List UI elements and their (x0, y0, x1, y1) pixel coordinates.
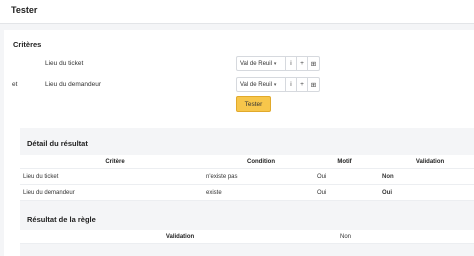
chevron-down-icon: ▾ (273, 81, 277, 88)
criteria-title: Critères (13, 40, 42, 49)
column-header-condition: Condition (247, 158, 275, 165)
cell-pattern: Oui (317, 173, 327, 180)
rule-result-label: Validation (165, 233, 195, 240)
cell-criterion: Lieu du ticket (23, 173, 59, 180)
location-select[interactable]: Val de Reuil ▾ (237, 78, 286, 91)
cell-condition: n'existe pas (206, 173, 238, 180)
criteria-label: Lieu du demandeur (45, 81, 102, 88)
rule-result-row: Validation Non (20, 230, 474, 244)
cell-condition: existe (206, 189, 222, 196)
window-title: Tester (11, 5, 38, 15)
criteria-input-group: Val de Reuil ▾ i + ⊞ (236, 56, 320, 71)
info-icon[interactable]: i (286, 78, 297, 91)
table-header-row: Critère Condition Motif Validation (20, 155, 474, 169)
dropdown-icon[interactable]: ⊞ (308, 78, 319, 91)
detail-title: Détail du résultat (27, 139, 88, 148)
location-select[interactable]: Val de Reuil ▾ (237, 57, 286, 70)
chevron-down-icon: ▾ (273, 60, 277, 67)
title-bar: Tester (0, 0, 474, 24)
rule-tester-window: Tester Critères Lieu du ticket Val de Re… (0, 0, 474, 256)
plus-icon[interactable]: + (297, 57, 308, 70)
info-icon[interactable]: i (286, 57, 297, 70)
cell-validation: Non (382, 173, 394, 180)
test-button[interactable]: Tester (236, 96, 271, 112)
rule-result-table: Validation Non (20, 230, 474, 244)
table-row: Lieu du ticket n'existe pas Oui Non (20, 169, 474, 185)
plus-icon[interactable]: + (297, 78, 308, 91)
results-section: Détail du résultat Critère Condition Mot… (20, 128, 474, 256)
dropdown-icon[interactable]: ⊞ (308, 57, 319, 70)
criteria-input-group: Val de Reuil ▾ i + ⊞ (236, 77, 320, 92)
column-header-criterion: Critère (105, 158, 125, 165)
criteria-label: Lieu du ticket (45, 60, 84, 67)
cell-pattern: Oui (317, 189, 327, 196)
select-value: Val de Reuil (240, 81, 272, 88)
table-row: Lieu du demandeur existe Oui Oui (20, 185, 474, 201)
column-header-validation: Validation (415, 158, 445, 165)
column-header-pattern: Motif (337, 158, 352, 165)
detail-table: Critère Condition Motif Validation Lieu … (20, 155, 474, 201)
cell-criterion: Lieu du demandeur (23, 189, 75, 196)
select-value: Val de Reuil (240, 60, 272, 67)
tester-panel: Critères Lieu du ticket Val de Reuil ▾ i… (4, 30, 474, 256)
rule-result-title: Résultat de la règle (27, 215, 96, 224)
cell-validation: Oui (382, 189, 392, 196)
criteria-logic-prefix: et (12, 81, 18, 88)
rule-result-value: Non (340, 233, 352, 240)
